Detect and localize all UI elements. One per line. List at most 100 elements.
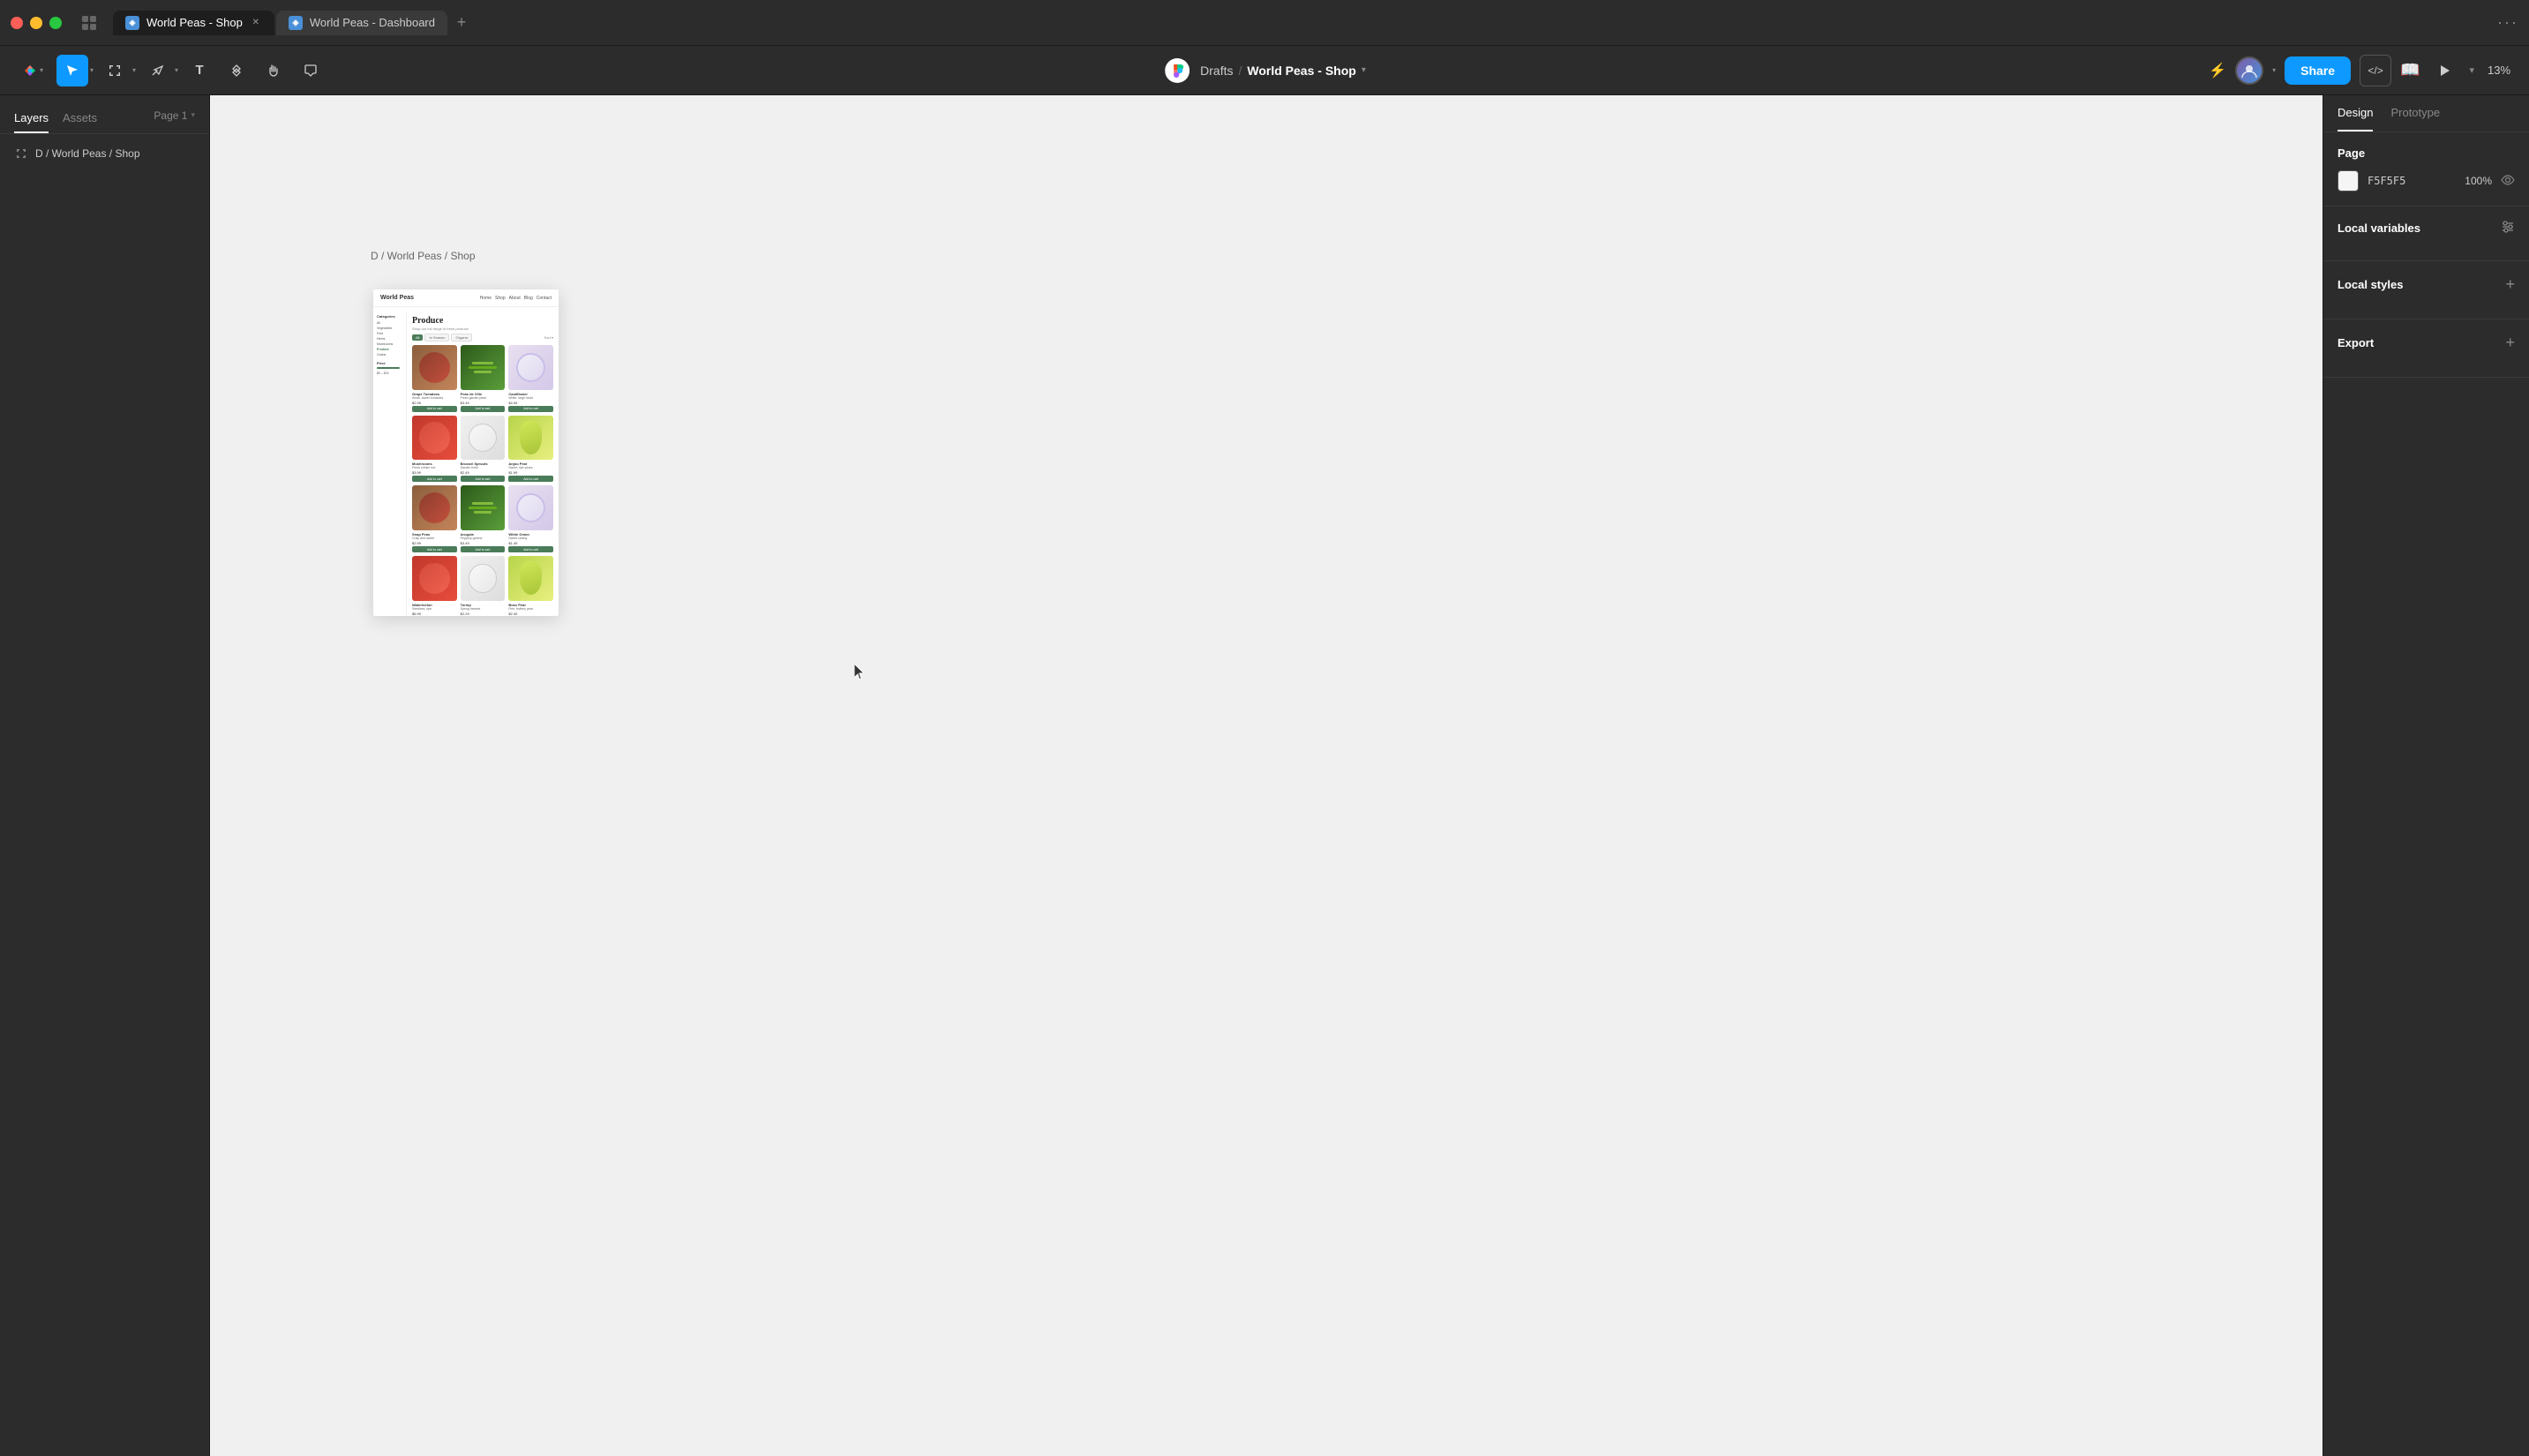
tab-shop-close[interactable]: ✕	[250, 17, 262, 29]
more-options-icon[interactable]: ···	[2497, 13, 2518, 32]
avatar-dropdown-icon[interactable]: ▾	[2272, 66, 2276, 74]
main-layout: Layers Assets Page 1 ▾	[0, 95, 2529, 1456]
export-section: Export +	[2323, 319, 2529, 378]
export-header: Export +	[2338, 334, 2515, 352]
play-button[interactable]	[2428, 55, 2460, 86]
toolbar: ▾ ▾	[0, 46, 2529, 95]
product-card-3[interactable]: Cauliflower White, large head $4.99 Add …	[508, 345, 553, 412]
user-avatar[interactable]	[2235, 56, 2263, 85]
local-styles-add-icon[interactable]: +	[2505, 275, 2515, 294]
page-color-swatch[interactable]	[2338, 170, 2359, 191]
page-dropdown-icon[interactable]: ▾	[191, 110, 195, 120]
frame-tool-arrow: ▾	[132, 66, 136, 74]
canvas[interactable]: D / World Peas / Shop World Peas Home Sh…	[210, 95, 2323, 1456]
page-visibility-icon[interactable]	[2501, 174, 2515, 188]
export-add-icon[interactable]: +	[2505, 334, 2515, 352]
product-card-12[interactable]: Bosc Pear Firm, buttery pear $2.49 Add t…	[508, 556, 553, 616]
page-opacity-value[interactable]: 100%	[2465, 175, 2492, 187]
export-title: Export	[2338, 336, 2374, 349]
frame-preview[interactable]: World Peas Home Shop About Blog Contact …	[373, 289, 559, 616]
right-panel-tabs: Design Prototype	[2323, 95, 2529, 132]
local-variables-tune-icon[interactable]	[2501, 221, 2515, 236]
local-variables-title: Local variables	[2338, 221, 2420, 235]
preview-nav-links: Home Shop About Blog Contact	[480, 296, 552, 301]
hand-tool-button[interactable]	[258, 55, 289, 86]
frame-tool-button[interactable]	[99, 55, 131, 86]
product-card-7[interactable]: Snap Peas Crisp and sweet $2.99 Add to c…	[412, 485, 457, 552]
breadcrumb-drafts[interactable]: Drafts	[1200, 64, 1233, 78]
tool-group-frame: ▾	[99, 55, 136, 86]
product-card-5[interactable]: Brussel Sprouts Garden fresh $2.49 Add t…	[461, 416, 506, 483]
product-card-6[interactable]: Anjou Pear Sweet, ripe pears $1.99 Add t…	[508, 416, 553, 483]
text-tool-icon: T	[195, 63, 203, 78]
toolbar-center: Drafts / World Peas - Shop ▾	[1163, 56, 1366, 85]
present-book-icon[interactable]: 📖	[2400, 61, 2420, 79]
title-bar-right: ···	[2497, 13, 2518, 32]
share-button[interactable]: Share	[2285, 56, 2351, 85]
preview-logo: World Peas	[380, 295, 414, 301]
tab-shop-label: World Peas - Shop	[146, 16, 243, 29]
tab-dashboard-icon	[289, 16, 303, 30]
title-bar: World Peas - Shop ✕ World Peas - Dashboa…	[0, 0, 2529, 46]
product-card-1[interactable]: Grape Tomatoes Small, sweet tomatoes $2.…	[412, 345, 457, 412]
local-variables-section: Local variables	[2323, 206, 2529, 261]
product-card-10[interactable]: Watermelon Seedless, ripe $6.99 Add to c…	[412, 556, 457, 616]
layer-world-peas-shop[interactable]: D / World Peas / Shop	[0, 141, 209, 166]
traffic-light-minimize[interactable]	[30, 17, 42, 29]
page-label: Page 1	[154, 109, 187, 122]
prototype-tab[interactable]: Prototype	[2390, 95, 2440, 131]
pen-tool-button[interactable]	[141, 55, 173, 86]
layers-tab[interactable]: Layers	[14, 104, 49, 133]
play-dropdown-icon[interactable]: ▾	[2469, 64, 2474, 76]
breadcrumb-title[interactable]: World Peas - Shop	[1247, 64, 1355, 78]
breadcrumb: Drafts / World Peas - Shop ▾	[1200, 64, 1366, 78]
figma-logo	[1163, 56, 1191, 85]
text-tool-button[interactable]: T	[184, 55, 215, 86]
product-card-9[interactable]: White Onion Sweet variety $1.49 Add to c…	[508, 485, 553, 552]
page-section-title: Page	[2338, 146, 2365, 160]
frame-label: D / World Peas / Shop	[371, 250, 476, 262]
tool-group-select: ▾	[56, 55, 94, 86]
page-color-value[interactable]: F5F5F5	[2368, 175, 2405, 187]
traffic-light-close[interactable]	[11, 17, 23, 29]
traffic-light-fullscreen[interactable]	[49, 17, 62, 29]
traffic-lights	[11, 17, 62, 29]
left-sidebar: Layers Assets Page 1 ▾	[0, 95, 210, 1456]
tab-shop-icon	[125, 16, 139, 30]
assets-tab[interactable]: Assets	[63, 104, 97, 133]
ai-tool-icon[interactable]: ⚡	[2209, 62, 2226, 79]
tabs-container: World Peas - Shop ✕ World Peas - Dashboa…	[113, 11, 2490, 35]
local-styles-header: Local styles +	[2338, 275, 2515, 294]
tab-shop[interactable]: World Peas - Shop ✕	[113, 11, 274, 35]
component-tool-button[interactable]	[221, 55, 252, 86]
comment-tool-button[interactable]	[295, 55, 326, 86]
local-variables-header: Local variables	[2338, 221, 2515, 236]
product-card-2[interactable]: Peas de Ville Fresh garden peas $3.49 Ad…	[461, 345, 506, 412]
zoom-level-label[interactable]: 13%	[2483, 64, 2515, 77]
home-button[interactable]	[76, 10, 102, 36]
local-styles-title: Local styles	[2338, 278, 2403, 291]
layers-panel: D / World Peas / Shop	[0, 134, 209, 1456]
toolbar-right: ⚡ ▾ Share </> 📖 ▾ 13%	[1268, 55, 2515, 86]
preview-nav: World Peas Home Shop About Blog Contact	[373, 289, 559, 307]
right-panel: Design Prototype Page F5F5F5 100%	[2323, 95, 2529, 1456]
cursor	[854, 664, 868, 678]
product-card-11[interactable]: Turnip Spring harvest $2.29 Add to cart	[461, 556, 506, 616]
toolbar-left: ▾ ▾	[14, 55, 1261, 86]
local-styles-section: Local styles +	[2323, 261, 2529, 319]
product-card-4[interactable]: Mushrooms Fresh crimini mix $3.99 Add to…	[412, 416, 457, 483]
main-menu-button[interactable]: ▾	[14, 55, 51, 86]
page-section: Page F5F5F5 100%	[2323, 132, 2529, 206]
main-menu-arrow: ▾	[40, 66, 43, 74]
page-color-row: F5F5F5 100%	[2338, 170, 2515, 191]
code-icon: </>	[2368, 64, 2383, 77]
tab-add-button[interactable]: +	[449, 11, 474, 35]
breadcrumb-dropdown-icon[interactable]: ▾	[1362, 65, 1366, 75]
sidebar-tabs: Layers Assets Page 1 ▾	[0, 95, 209, 134]
design-tab[interactable]: Design	[2338, 95, 2373, 131]
move-tool-button[interactable]	[56, 55, 88, 86]
pen-tool-arrow: ▾	[175, 66, 178, 74]
tab-dashboard[interactable]: World Peas - Dashboard	[276, 11, 447, 35]
code-view-button[interactable]: </>	[2360, 55, 2391, 86]
product-card-8[interactable]: Arugula Peppery greens $3.49 Add to cart	[461, 485, 506, 552]
